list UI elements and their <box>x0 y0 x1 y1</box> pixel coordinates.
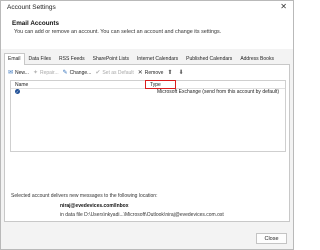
delivery-folder: niraj@evedevices.com\Inbox <box>60 203 129 209</box>
account-settings-dialog: Account Settings ✕ Email Accounts You ca… <box>0 0 294 250</box>
accounts-list-header: Name Type <box>11 80 285 89</box>
header-title: Email Accounts <box>12 20 60 27</box>
move-up-button[interactable]: ⬆ <box>167 70 174 76</box>
column-header-type[interactable]: Type <box>150 82 161 88</box>
set-default-icon: ✔ <box>95 70 101 76</box>
title-bar: Account Settings ✕ <box>1 1 293 15</box>
set-default-button[interactable]: ✔ Set as Default <box>95 70 133 76</box>
close-button[interactable]: Close <box>256 233 287 244</box>
remove-icon: ✕ <box>137 70 143 76</box>
new-button[interactable]: ✉ New... <box>8 70 29 76</box>
new-button-label: New... <box>15 70 29 76</box>
default-account-check-icon: ✓ <box>15 89 20 94</box>
dialog-body: Email Data Files RSS Feeds SharePoint Li… <box>1 49 293 249</box>
close-icon[interactable]: ✕ <box>280 3 287 11</box>
change-button-label: Change... <box>69 70 92 76</box>
account-type: Microsoft Exchange (send from this accou… <box>157 89 280 95</box>
account-toolbar: ✉ New... ✦ Repair... ✎ Change... ✔ Set a… <box>8 68 189 78</box>
remove-button[interactable]: ✕ Remove <box>138 70 164 76</box>
set-default-button-label: Set as Default <box>102 70 134 76</box>
new-account-icon: ✉ <box>8 70 14 76</box>
account-row[interactable]: ✓ Microsoft Exchange (send from this acc… <box>11 89 285 95</box>
repair-icon: ✦ <box>32 70 38 76</box>
delivery-data-file: in data file D:\Users\nkyadi...\Microsof… <box>60 212 224 218</box>
accounts-list[interactable]: Name Type ✓ Microsoft Exchange (send fro… <box>10 80 286 152</box>
header-subtitle: You can add or remove an account. You ca… <box>14 29 222 35</box>
move-down-button[interactable]: ⬇ <box>178 70 185 76</box>
tab-strip: Email Data Files RSS Feeds SharePoint Li… <box>4 53 278 65</box>
tab-email[interactable]: Email <box>4 53 25 65</box>
delivery-location-label: Selected account delivers new messages t… <box>11 193 158 199</box>
arrow-up-icon: ⬆ <box>167 70 173 76</box>
repair-button[interactable]: ✦ Repair... <box>33 70 59 76</box>
arrow-down-icon: ⬇ <box>178 70 184 76</box>
column-header-name[interactable]: Name <box>15 82 28 88</box>
remove-button-label: Remove <box>144 70 164 76</box>
change-icon: ✎ <box>62 70 68 76</box>
repair-button-label: Repair... <box>39 70 59 76</box>
window-title: Account Settings <box>7 4 56 11</box>
dialog-header: Email Accounts You can add or remove an … <box>1 15 293 49</box>
email-tab-panel: ✉ New... ✦ Repair... ✎ Change... ✔ Set a… <box>4 64 290 222</box>
change-button[interactable]: ✎ Change... <box>63 70 92 76</box>
